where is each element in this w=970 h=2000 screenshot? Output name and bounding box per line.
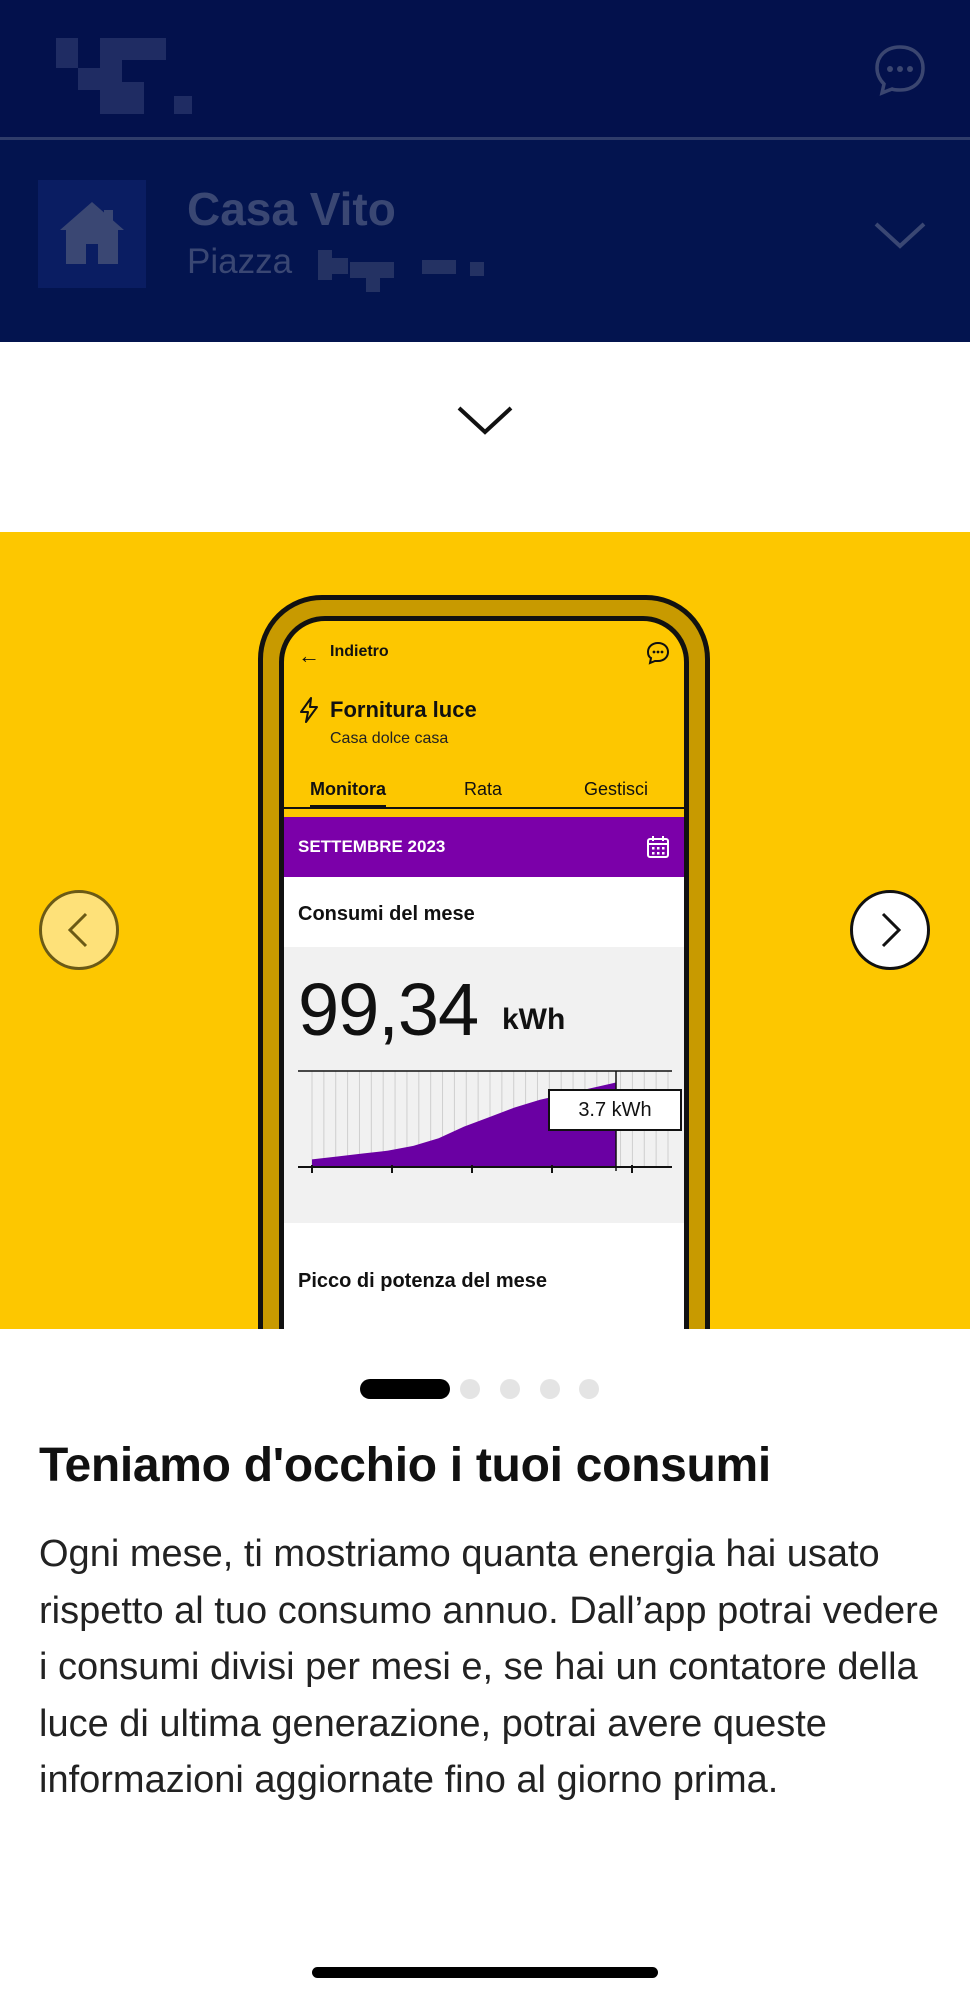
chart-tooltip: 3.7 kWh [548,1089,682,1131]
active-tab-indicator [310,805,386,809]
carousel-pagination [360,1378,620,1399]
onboarding-banner: ← Indietro Fornitura luce Casa dolce cas… [0,532,970,1329]
location-title: Casa Vito [187,183,396,235]
tab-gestisci: Gestisci [584,779,649,799]
phone-mockup: ← Indietro Fornitura luce Casa dolce cas… [258,595,710,1329]
lightning-bolt-icon [300,697,318,723]
consumption-title: Consumi del mese [298,903,475,925]
consumption-panel: 99,34 kWh 3.7 kWh [284,947,684,1223]
chat-bubble-icon[interactable] [872,42,928,98]
chevron-left-icon [67,912,88,948]
calendar-icon [647,836,669,858]
tab-rata: Rata [464,779,503,799]
pagination-dot[interactable] [500,1379,520,1399]
pagination-dot-active[interactable] [360,1379,450,1399]
brand-logo [56,38,192,114]
consumption-value: 99,34 [298,968,479,1051]
mockup-top-bar: ← Indietro [284,621,684,681]
pagination-dot[interactable] [579,1379,599,1399]
phone-screen: ← Indietro Fornitura luce Casa dolce cas… [279,616,689,1329]
collapse-sheet-icon[interactable] [455,402,515,438]
pagination-dot[interactable] [460,1379,480,1399]
tab-monitora: Monitora [310,779,386,799]
month-label: SETTEMBRE 2023 [298,837,446,856]
pagination-dot[interactable] [540,1379,560,1399]
peak-title: Picco di potenza del mese [298,1270,547,1292]
home-tile [38,180,146,288]
carousel-next-button[interactable] [850,890,930,970]
location-address: Piazza [187,242,293,281]
back-arrow-icon: ← [298,643,320,668]
slide-headline: Teniamo d'occhio i tuoi consumi [39,1439,771,1492]
location-selector[interactable]: Casa Vito Piazza [0,140,970,342]
back-label: Indietro [330,643,389,660]
chat-bubble-icon [646,641,670,665]
home-icon [60,202,124,264]
carousel-prev-button[interactable] [39,890,119,970]
chevron-right-icon [881,912,902,948]
month-bar: SETTEMBRE 2023 [284,817,684,877]
chevron-down-icon[interactable] [872,216,928,256]
slide-description: Ogni mese, ti mostriamo quanta energia h… [39,1533,939,1801]
app-header [0,0,970,138]
consumption-unit: kWh [502,1003,566,1036]
consumption-card: Consumi del mese 99,34 kWh 3.7 kWh Picco… [284,877,684,1329]
supply-subtitle: Casa dolce casa [330,730,449,747]
supply-title: Fornitura luce [330,697,477,722]
home-indicator [312,1967,658,1978]
mockup-tabs: Monitora Rata Gestisci [284,769,684,809]
